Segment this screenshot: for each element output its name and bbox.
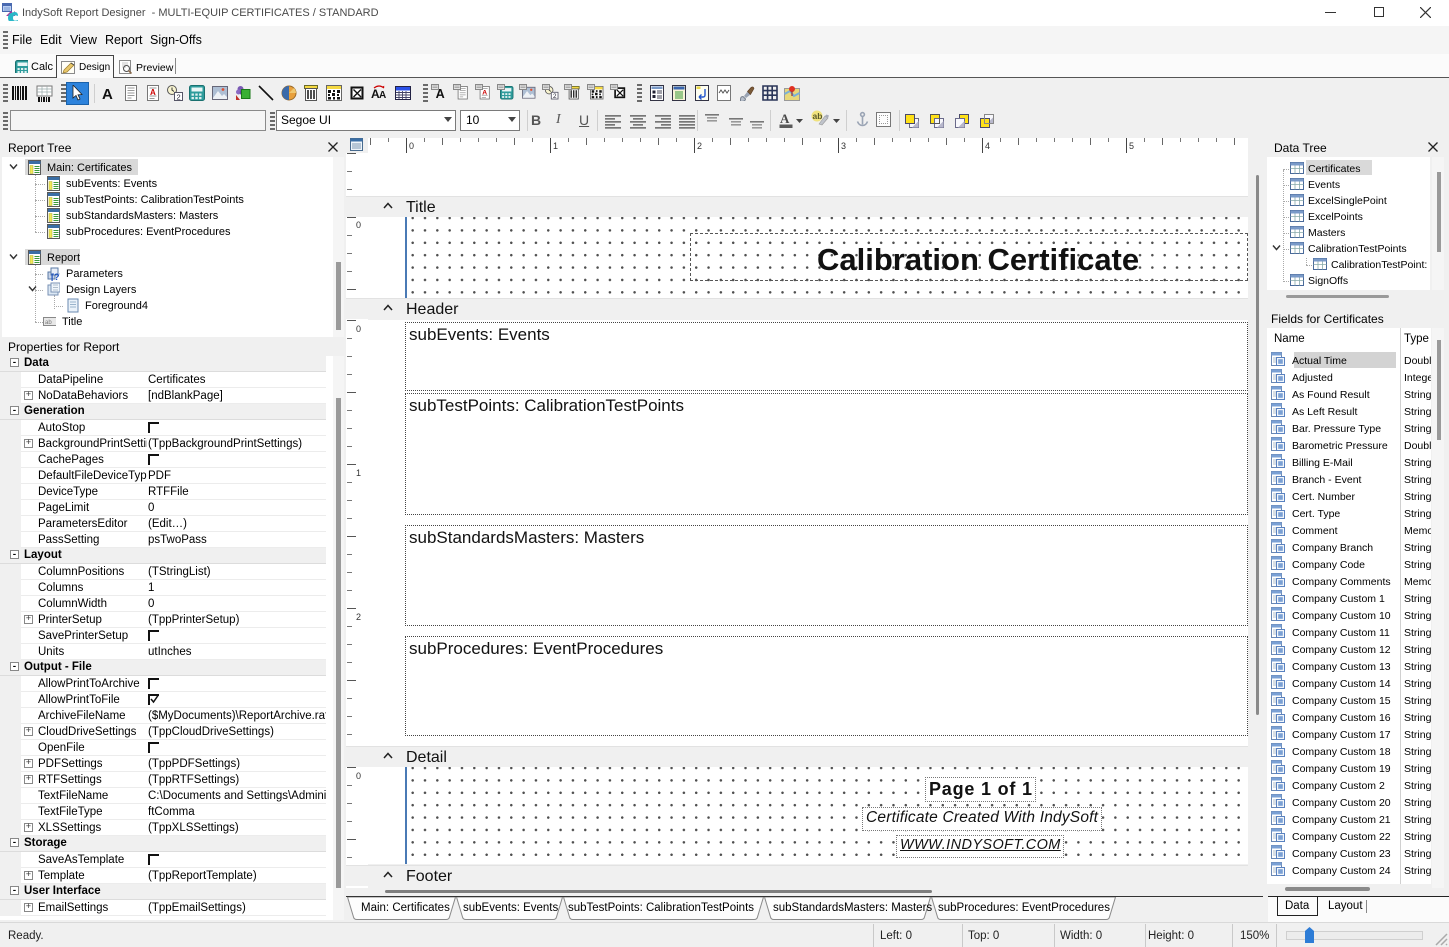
svg-text:ab: ab — [813, 111, 823, 121]
svg-text:[?]: [?] — [51, 272, 60, 281]
svg-text:2: 2 — [177, 93, 181, 102]
svg-text:ab: ab — [45, 320, 52, 326]
svg-text:A: A — [482, 89, 487, 96]
svg-text:A: A — [102, 86, 113, 101]
svg-text:A: A — [379, 90, 386, 101]
svg-text:A: A — [780, 111, 790, 126]
svg-text:A: A — [150, 88, 156, 97]
svg-text:2: 2 — [553, 93, 557, 100]
